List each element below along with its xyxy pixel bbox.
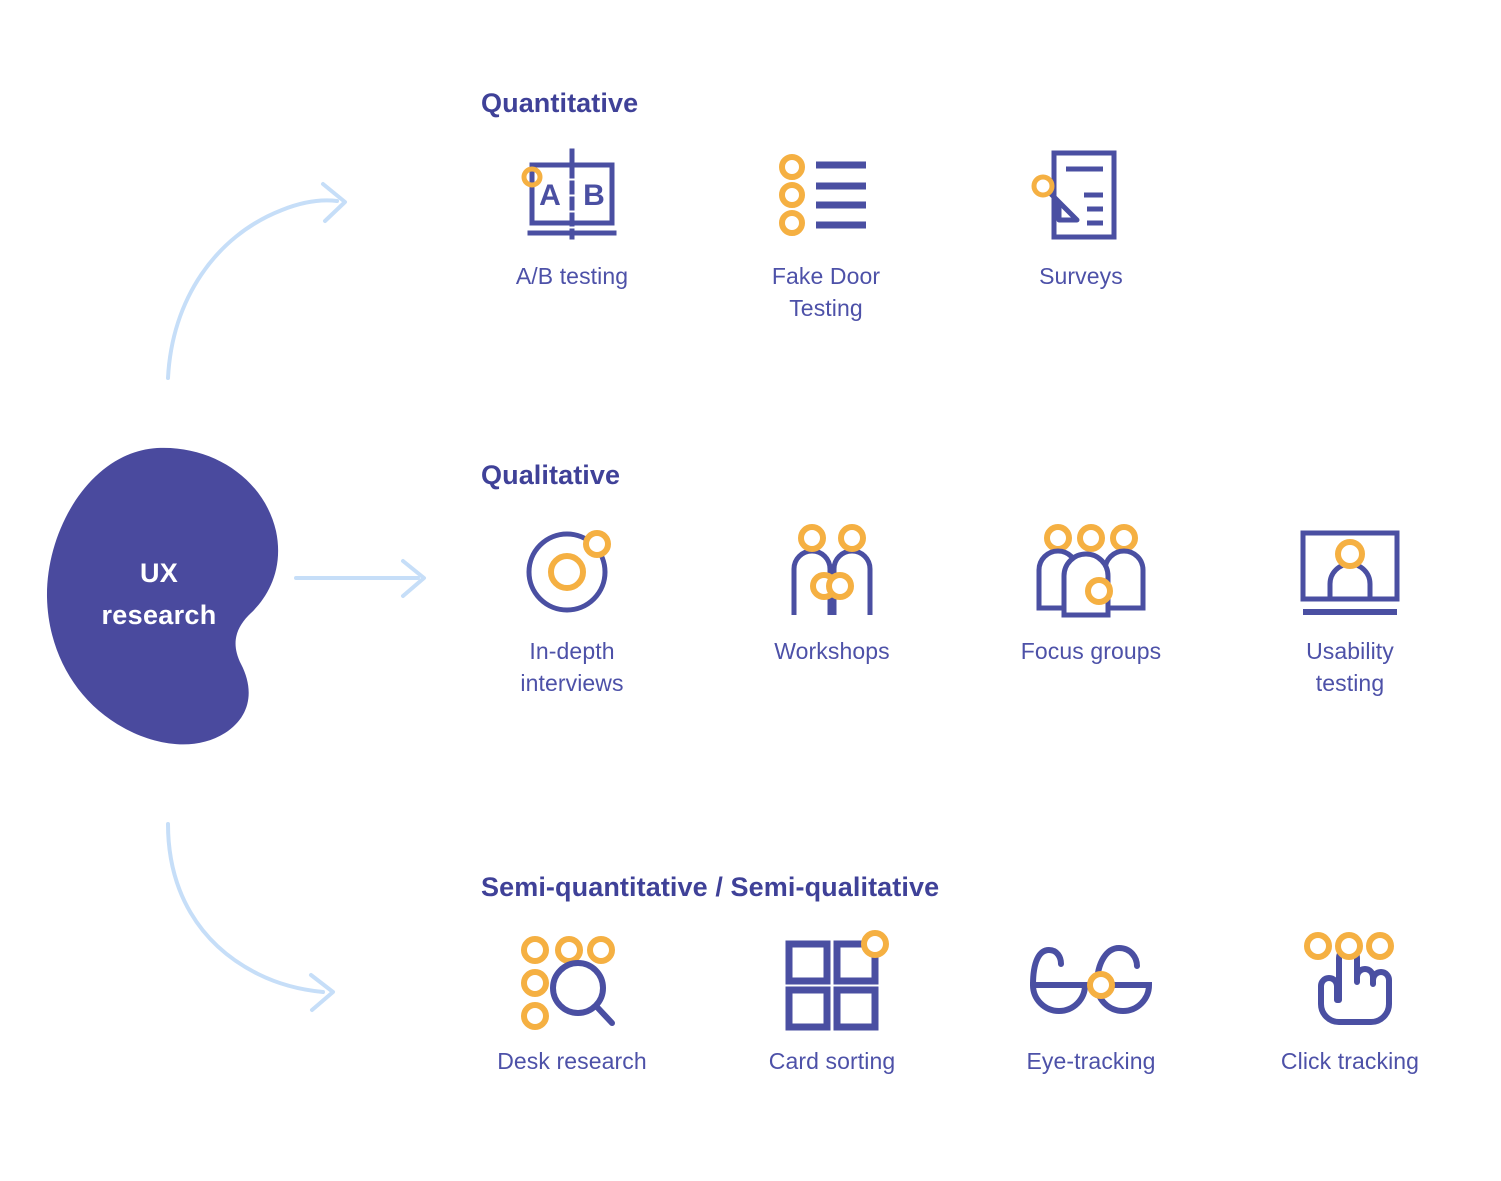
- item-label: Usability testing: [1306, 636, 1394, 699]
- two-people-handshake-icon: [772, 520, 892, 620]
- ux-research-line1: UX: [139, 558, 179, 589]
- item-fake-door-testing[interactable]: Fake Door Testing: [731, 145, 921, 324]
- list-checklist-icon: [766, 145, 886, 245]
- item-workshops[interactable]: Workshops: [737, 520, 927, 668]
- monitor-person-icon: [1290, 520, 1410, 620]
- section-title-qualitative: Qualitative: [481, 460, 621, 490]
- item-ab-testing[interactable]: A B A/B testing: [477, 145, 667, 293]
- item-label: Focus groups: [1020, 638, 1162, 664]
- section-title-semi: Semi-quantitative / Semi-qualitative: [481, 872, 940, 902]
- item-label-line2: testing: [1315, 669, 1385, 696]
- glasses-icon: [1021, 930, 1161, 1030]
- item-in-depth-interviews[interactable]: In-depth interviews: [477, 520, 667, 699]
- ab-testing-icon: A B: [512, 145, 632, 245]
- three-people-group-icon: [1031, 520, 1151, 620]
- four-squares-grid-icon: [772, 930, 892, 1031]
- item-desk-research[interactable]: Desk research: [477, 930, 667, 1078]
- circle-orbit-icon: [512, 520, 632, 620]
- diagram-canvas: UX research Quantitative Qualitative Sem…: [0, 0, 1501, 1181]
- item-click-tracking[interactable]: Click tracking: [1255, 930, 1445, 1078]
- item-label: Workshops: [774, 638, 890, 664]
- item-label: Surveys: [1039, 263, 1123, 289]
- pointing-hand-icon: [1290, 930, 1410, 1030]
- item-label: In-depth interviews: [520, 636, 623, 699]
- document-pencil-icon: [1021, 145, 1141, 245]
- item-label: A/B testing: [515, 263, 629, 289]
- ux-research-label: UX research: [45, 445, 295, 745]
- item-label: Desk research: [497, 1048, 647, 1074]
- ux-research-line2: research: [101, 600, 217, 630]
- item-label-line1: In-depth: [529, 638, 615, 664]
- item-label-line2: interviews: [520, 669, 624, 696]
- arrow-to-quantitative: [166, 182, 347, 380]
- item-usability-testing[interactable]: Usability testing: [1255, 520, 1445, 699]
- item-label: Eye-tracking: [1026, 1048, 1156, 1074]
- ux-research-node[interactable]: UX research: [45, 445, 295, 745]
- magnifier-dots-icon: [512, 930, 632, 1030]
- svg-text:B: B: [583, 179, 605, 212]
- item-label: Fake Door Testing: [772, 261, 880, 324]
- arrow-to-semi: [166, 822, 335, 1012]
- item-label: Card sorting: [768, 1048, 896, 1074]
- item-focus-groups[interactable]: Focus groups: [996, 520, 1186, 668]
- item-label-line1: Usability: [1306, 638, 1394, 664]
- section-title-quantitative: Quantitative: [481, 88, 639, 118]
- item-label: Click tracking: [1280, 1048, 1420, 1074]
- arrow-to-qualitative: [294, 559, 426, 598]
- svg-text:A: A: [539, 179, 561, 212]
- item-card-sorting[interactable]: Card sorting: [737, 930, 927, 1078]
- item-surveys[interactable]: Surveys: [986, 145, 1176, 293]
- item-eye-tracking[interactable]: Eye-tracking: [996, 930, 1186, 1078]
- item-label-line2: Testing: [789, 294, 863, 321]
- item-label-line1: Fake Door: [771, 263, 881, 289]
